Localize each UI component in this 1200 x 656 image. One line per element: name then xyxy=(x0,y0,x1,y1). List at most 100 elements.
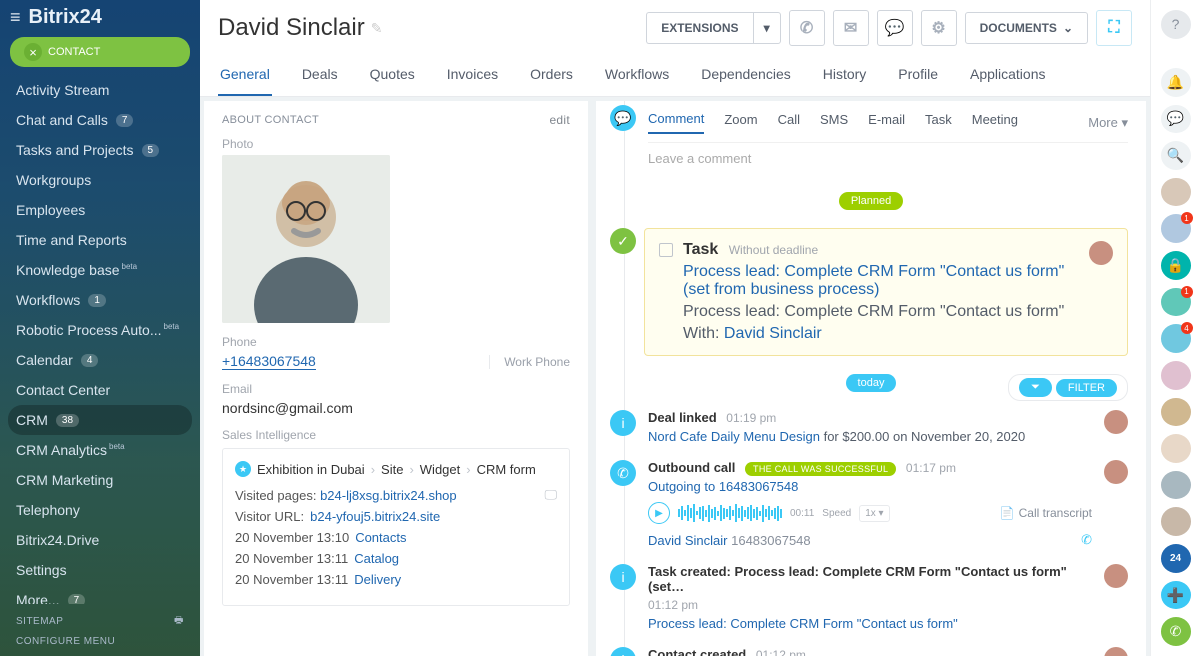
tab-invoices[interactable]: Invoices xyxy=(445,56,500,96)
deal-avatar[interactable] xyxy=(1104,410,1128,434)
sidebar-item-crm-marketing[interactable]: CRM Marketing xyxy=(0,465,200,495)
tab-applications[interactable]: Applications xyxy=(968,56,1048,96)
task-avatar[interactable] xyxy=(1089,241,1113,265)
comment-input[interactable]: Leave a comment xyxy=(648,143,1128,174)
timeline-tab-sms[interactable]: SMS xyxy=(820,112,848,133)
hamburger-icon[interactable]: ≡ xyxy=(10,7,21,28)
documents-button[interactable]: DOCUMENTS ⌄ xyxy=(965,12,1088,44)
task-link[interactable]: Process lead: Complete CRM Form "Contact… xyxy=(683,263,1064,298)
brand-logo[interactable]: Bitrix24 xyxy=(29,6,102,29)
timeline-more[interactable]: More ▾ xyxy=(1088,115,1128,131)
sidebar-item-contact-center[interactable]: Contact Center xyxy=(0,375,200,405)
timeline-tab-e-mail[interactable]: E-mail xyxy=(868,112,905,133)
sidebar-item-bitrix24-drive[interactable]: Bitrix24.Drive xyxy=(0,525,200,555)
notifications-icon[interactable]: 🔔 xyxy=(1161,68,1191,97)
rail-avatar-7[interactable] xyxy=(1161,434,1191,463)
sitemap-link[interactable]: SITEMAP xyxy=(16,616,63,627)
task-created-avatar[interactable] xyxy=(1104,564,1128,588)
phone-label: Phone xyxy=(222,335,570,349)
sidebar-item-more-[interactable]: More...7 xyxy=(0,585,200,604)
planned-task-card[interactable]: Task Without deadline Process lead: Comp… xyxy=(644,228,1128,356)
call-transcript-link[interactable]: 📄Call transcript xyxy=(1000,506,1092,520)
tab-history[interactable]: History xyxy=(821,56,869,96)
phone-value[interactable]: +16483067548 xyxy=(222,353,316,370)
sidebar-item-activity-stream[interactable]: Activity Stream xyxy=(0,75,200,105)
tab-profile[interactable]: Profile xyxy=(896,56,940,96)
timeline-tab-meeting[interactable]: Meeting xyxy=(972,112,1018,133)
sidebar-item-workgroups[interactable]: Workgroups xyxy=(0,165,200,195)
sidebar-item-robotic-process-auto-[interactable]: Robotic Process Auto...beta xyxy=(0,315,200,345)
audio-player: ▶ 00:11 Speed 1x ▾ 📄Call transcript xyxy=(648,502,1092,524)
contact-pill[interactable]: × CONTACT xyxy=(10,37,190,67)
sidebar-item-calendar[interactable]: Calendar4 xyxy=(0,345,200,375)
print-icon[interactable]: 🖶 xyxy=(174,613,184,630)
sidebar-item-crm-analytics[interactable]: CRM Analyticsbeta xyxy=(0,435,200,465)
visitor-url-link[interactable]: b24-yfouj5.bitrix24.site xyxy=(310,509,440,524)
rail-avatar-1[interactable] xyxy=(1161,178,1191,207)
panels: ABOUT CONTACT edit Photo xyxy=(200,97,1150,656)
expand-icon-button[interactable]: ⛶ xyxy=(1096,10,1132,46)
sidebar-item-chat-and-calls[interactable]: Chat and Calls7 xyxy=(0,105,200,135)
sidebar-item-knowledge-base[interactable]: Knowledge basebeta xyxy=(0,255,200,285)
timeline-tab-comment[interactable]: Comment xyxy=(648,111,704,134)
sidebar-item-employees[interactable]: Employees xyxy=(0,195,200,225)
deal-link[interactable]: Nord Cafe Daily Menu Design xyxy=(648,429,820,444)
tab-general[interactable]: General xyxy=(218,56,272,96)
sidebar-item-settings[interactable]: Settings xyxy=(0,555,200,585)
page-title: David Sinclair ✎ xyxy=(218,14,634,42)
sidebar-item-time-and-reports[interactable]: Time and Reports xyxy=(0,225,200,255)
configure-menu-link[interactable]: CONFIGURE MENU xyxy=(16,636,115,647)
speed-button[interactable]: 1x ▾ xyxy=(859,505,889,522)
timeline-tab-zoom[interactable]: Zoom xyxy=(724,112,757,133)
sidebar-item-crm[interactable]: CRM38 xyxy=(8,405,192,435)
phone-icon[interactable]: ✆ xyxy=(1081,532,1092,548)
extensions-dropdown[interactable]: ▾ xyxy=(753,12,781,44)
help-icon[interactable]: ? xyxy=(1161,10,1191,39)
extensions-button[interactable]: EXTENSIONS xyxy=(646,12,752,44)
play-button[interactable]: ▶ xyxy=(648,502,670,524)
tab-deals[interactable]: Deals xyxy=(300,56,340,96)
sidebar-item-telephony[interactable]: Telephony xyxy=(0,495,200,525)
lock-icon[interactable]: 🔒 xyxy=(1161,251,1191,280)
task-created-link[interactable]: Process lead: Complete CRM Form "Contact… xyxy=(648,616,958,631)
rail-add-icon[interactable]: ➕ xyxy=(1161,581,1191,610)
rail-call-icon[interactable]: ✆ xyxy=(1161,617,1191,646)
call-icon-button[interactable]: ✆ xyxy=(789,10,825,46)
timeline-tab-call[interactable]: Call xyxy=(778,112,800,133)
visited-pages-link[interactable]: b24-lj8xsg.bitrix24.shop xyxy=(320,488,457,503)
rail-chat-icon[interactable]: 💬 xyxy=(1161,105,1191,134)
email-label: Email xyxy=(222,382,570,396)
chat-icon-button[interactable]: 💬 xyxy=(877,10,913,46)
rail-search-icon[interactable]: 🔍 xyxy=(1161,141,1191,170)
rail-avatar-2[interactable]: 1 xyxy=(1161,214,1191,243)
rail-avatar-6[interactable] xyxy=(1161,398,1191,427)
tab-workflows[interactable]: Workflows xyxy=(603,56,671,96)
task-checkbox[interactable] xyxy=(659,243,673,257)
task-with-link[interactable]: David Sinclair xyxy=(724,325,822,342)
contact-created-avatar[interactable] xyxy=(1104,647,1128,656)
audio-waveform[interactable] xyxy=(678,503,782,523)
sidebar-item-workflows[interactable]: Workflows1 xyxy=(0,285,200,315)
rail-avatar-9[interactable] xyxy=(1161,507,1191,536)
b24-icon[interactable]: 24 xyxy=(1161,544,1191,573)
outcall-sub[interactable]: Outgoing to 16483067548 xyxy=(648,479,798,494)
tab-dependencies[interactable]: Dependencies xyxy=(699,56,793,96)
tab-quotes[interactable]: Quotes xyxy=(368,56,417,96)
rail-avatar-5[interactable] xyxy=(1161,361,1191,390)
rail-avatar-8[interactable] xyxy=(1161,471,1191,500)
about-edit-link[interactable]: edit xyxy=(549,113,570,127)
tab-orders[interactable]: Orders xyxy=(528,56,575,96)
outcall-person[interactable]: David Sinclair xyxy=(648,533,727,548)
close-icon[interactable]: × xyxy=(24,43,42,61)
rail-avatar-4[interactable]: 4 xyxy=(1161,324,1191,353)
rail-avatar-3[interactable]: 1 xyxy=(1161,288,1191,317)
mail-icon-button[interactable]: ✉ xyxy=(833,10,869,46)
outcall-avatar[interactable] xyxy=(1104,460,1128,484)
gear-icon-button[interactable]: ⚙ xyxy=(921,10,957,46)
contact-photo[interactable] xyxy=(222,155,390,323)
timeline-tab-task[interactable]: Task xyxy=(925,112,952,133)
filter-button[interactable]: ⏷FILTER xyxy=(1008,374,1128,401)
sidebar-item-tasks-and-projects[interactable]: Tasks and Projects5 xyxy=(0,135,200,165)
monitor-icon[interactable]: 🖵 xyxy=(544,487,557,503)
edit-title-icon[interactable]: ✎ xyxy=(371,20,383,37)
